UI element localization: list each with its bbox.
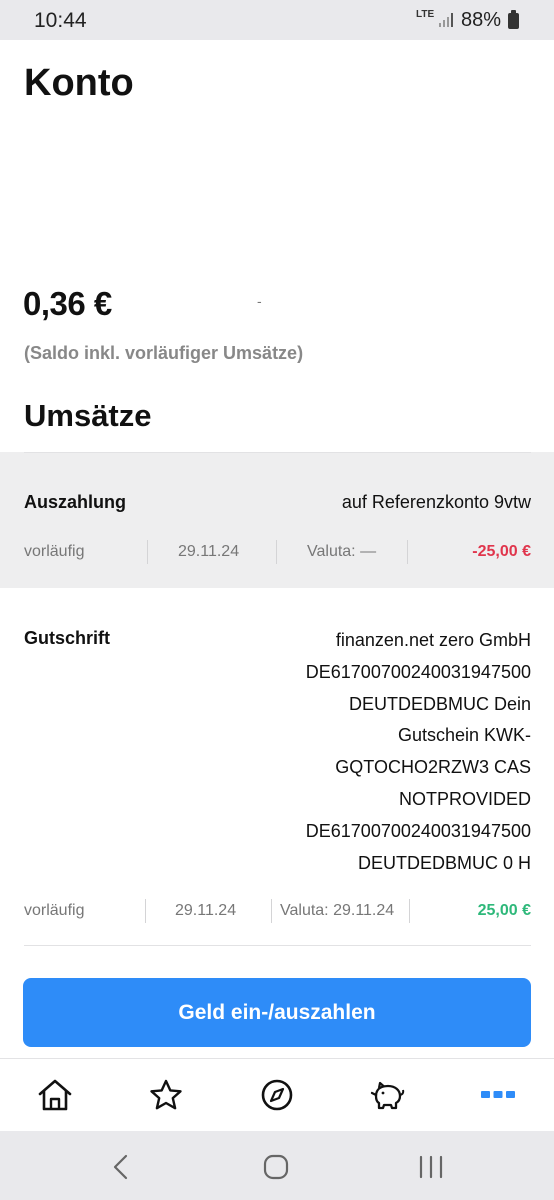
- deposit-withdraw-button[interactable]: Geld ein-/auszahlen: [23, 978, 531, 1047]
- home-icon[interactable]: [37, 1078, 73, 1112]
- signal-icon: [439, 13, 453, 27]
- balance-dash: -: [257, 293, 262, 309]
- transaction-type: Auszahlung: [24, 492, 126, 512]
- divider: [145, 899, 146, 923]
- transaction-valuta: Valuta: 29.11.24: [280, 902, 395, 919]
- transaction-description: finanzen.net zero GmbH DE617007002400319…: [231, 625, 531, 879]
- transaction-row[interactable]: Auszahlung auf Referenzkonto 9vtw vorläu…: [0, 452, 554, 588]
- divider: [271, 899, 272, 923]
- description-line: DE61700700240031947500: [305, 820, 531, 841]
- divider: [147, 540, 148, 564]
- compass-icon[interactable]: [259, 1078, 295, 1112]
- home-circle-icon[interactable]: [261, 1152, 291, 1182]
- back-icon[interactable]: [106, 1152, 136, 1182]
- more-icon[interactable]: [480, 1078, 516, 1112]
- transactions-title: Umsätze: [24, 398, 152, 433]
- description-line: NOTPROVIDED: [398, 788, 531, 809]
- transaction-valuta: Valuta: —: [307, 543, 377, 560]
- transaction-type: Gutschrift: [24, 628, 111, 648]
- divider: [409, 899, 410, 923]
- bottom-nav: [0, 1059, 554, 1131]
- battery-icon: [508, 10, 519, 29]
- transaction-amount: -25,00 €: [472, 543, 531, 560]
- transaction-status: vorläufig: [24, 543, 85, 560]
- transaction-amount: 25,00 €: [477, 902, 531, 919]
- transaction-description: auf Referenzkonto 9vtw: [341, 492, 531, 512]
- status-bar: 10:44 LTE 88%: [0, 0, 554, 40]
- divider: [407, 540, 408, 564]
- description-line: Gutschein KWK-: [397, 725, 531, 746]
- description-line: DEUTDEDBMUC Dein: [348, 693, 531, 714]
- system-nav-bar: [0, 1131, 554, 1200]
- status-time: 10:44: [34, 9, 87, 32]
- battery-level: 88%: [461, 9, 502, 31]
- description-line: GQTOCHO2RZW3 CAS: [335, 757, 531, 778]
- piggy-bank-icon[interactable]: [369, 1078, 405, 1112]
- recents-icon[interactable]: [416, 1152, 446, 1182]
- description-line: DE61700700240031947500: [305, 661, 531, 682]
- page-title: Konto: [24, 62, 134, 104]
- transaction-date: 29.11.24: [178, 543, 240, 560]
- divider: [24, 452, 531, 453]
- network-type: LTE: [416, 9, 435, 20]
- divider: [276, 540, 277, 564]
- account-balance: 0,36 €: [23, 285, 112, 322]
- transaction-date: 29.11.24: [175, 902, 237, 919]
- star-icon[interactable]: [148, 1078, 184, 1112]
- divider: [24, 945, 531, 946]
- balance-note: (Saldo inkl. vorläufiger Umsätze): [24, 343, 304, 363]
- transaction-status: vorläufig: [24, 902, 85, 919]
- description-line: DEUTDEDBMUC 0 H: [357, 852, 531, 873]
- description-line: finanzen.net zero GmbH: [335, 630, 531, 650]
